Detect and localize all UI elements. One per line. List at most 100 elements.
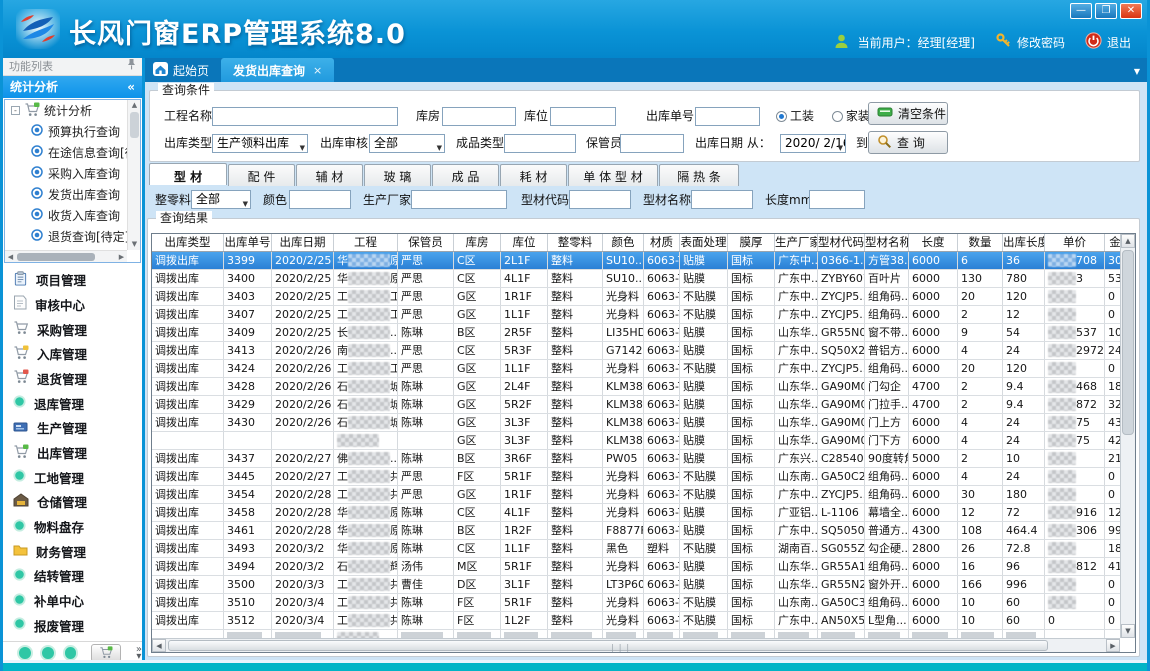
product-type-input[interactable] <box>504 134 576 153</box>
column-header-17[interactable]: 数量 <box>958 234 1003 251</box>
table-row[interactable]: 调拨出库35102020/3/4工共工程陈琳F区5R1F整料光身料6063-T5… <box>152 594 1126 612</box>
material-tab-3[interactable]: 辅 材 <box>296 164 363 186</box>
column-header-11[interactable]: 表面处理 <box>680 234 728 251</box>
column-header-8[interactable]: 整零料 <box>548 234 603 251</box>
table-row[interactable]: 调拨出库34292020/2/26石城陈琳G区5R2F整料KLM38176063… <box>152 396 1126 414</box>
tree-item-3[interactable]: 采购入库查询 <box>5 163 127 184</box>
sidebar-item-5[interactable]: 退货管理 <box>3 367 142 389</box>
column-header-10[interactable]: 材质 <box>644 234 680 251</box>
material-tab-1[interactable]: 型 材 <box>149 163 227 185</box>
material-tab-8[interactable]: 隔 热 条 <box>659 164 739 186</box>
profile-code-input[interactable] <box>569 190 631 209</box>
out-type-select[interactable]: 生产领料出库 <box>212 134 308 153</box>
table-row[interactable]: 调拨出库35122020/3/4工共工程陈琳F区1L2F整料光身料6063-T5… <box>152 612 1126 630</box>
material-tab-4[interactable]: 玻 璃 <box>364 164 431 186</box>
maker-input[interactable] <box>411 190 507 209</box>
sidebar-item-4[interactable]: 入库管理 <box>3 343 142 365</box>
logout-button[interactable]: 退出 <box>1085 32 1131 52</box>
tree-item-1[interactable]: 预算执行查询 <box>5 121 127 142</box>
table-row[interactable]: 调拨出库34132020/2/26南...严思C区5R3F整料G71422606… <box>152 342 1126 360</box>
table-row[interactable]: 调拨出库35002020/3/3工共工程曹佳D区3L1F整料LT3P606063… <box>152 576 1126 594</box>
tab-shipping-outbound-query[interactable]: 发货出库查询 × <box>221 58 334 82</box>
keeper-input[interactable] <box>620 134 684 153</box>
project-name-input[interactable] <box>212 107 398 126</box>
order-no-input[interactable] <box>695 107 760 126</box>
table-row[interactable]: 调拨出库34372020/2/27佛...陈琳B区3R6F整料PW056063-… <box>152 450 1126 468</box>
sidebar-item-7[interactable]: 生产管理 <box>3 417 142 439</box>
table-row[interactable]: 调拨出库34092020/2/25长...陈琳B区2R5F整料LI35HD606… <box>152 324 1126 342</box>
tree-item-2[interactable]: 在途信息查询[待 <box>5 142 127 163</box>
table-vertical-scrollbar[interactable]: ▲ ▼ <box>1120 234 1135 638</box>
table-row[interactable]: 调拨出库34282020/2/26石城陈琳G区2L4F整料KLM38176063… <box>152 378 1126 396</box>
table-row[interactable]: 调拨出库34942020/3/2石辉城汤伟M区5R1F整料光身料6063-T5贴… <box>152 558 1126 576</box>
tab-list-chevron-icon[interactable]: ▼ <box>1134 67 1140 76</box>
table-row[interactable]: 调拨出库34452020/2/27工共工程严思F区5R1F整料光身料6063-T… <box>152 468 1126 486</box>
profile-name-input[interactable] <box>691 190 753 209</box>
more-button[interactable]: »▾ <box>136 646 142 660</box>
table-row[interactable]: 调拨出库34582020/2/28华原...陈琳C区4L1F整料光身料6063-… <box>152 504 1126 522</box>
table-row[interactable]: 调拨出库34242020/2/26工工程严思G区1L1F整料光身料6063-T5… <box>152 360 1126 378</box>
column-header-12[interactable]: 膜厚 <box>728 234 775 251</box>
tree-item-4[interactable]: 发货出库查询 <box>5 184 127 205</box>
sidebar-item-13[interactable]: 结转管理 <box>3 565 142 587</box>
column-header-15[interactable]: 型材名称 <box>865 234 909 251</box>
minimize-button[interactable]: — <box>1070 3 1092 19</box>
pin-icon[interactable] <box>127 58 136 76</box>
table-row[interactable] <box>152 630 1126 638</box>
table-row[interactable]: 调拨出库34932020/3/2华原...陈琳C区1L1F整料黑色塑料不贴膜国标… <box>152 540 1126 558</box>
tree-item-6[interactable]: 退货查询[待定] <box>5 226 127 247</box>
tree-root-node[interactable]: - 统计分析 <box>5 100 127 121</box>
sidebar-item-3[interactable]: 采购管理 <box>3 318 142 340</box>
sidebar-item-10[interactable]: 仓储管理 <box>3 491 142 513</box>
whole-part-select[interactable]: 全部 <box>191 190 251 209</box>
cart-button[interactable] <box>91 644 121 662</box>
tab-close-icon[interactable]: × <box>313 64 322 77</box>
table-row[interactable]: 调拨出库34072020/2/25工工程严思G区1L1F整料光身料6063-T5… <box>152 306 1126 324</box>
collapse-icon[interactable]: « <box>127 76 135 98</box>
audit-select[interactable]: 全部 <box>369 134 445 153</box>
circle-icon[interactable] <box>19 647 31 659</box>
table-row[interactable]: 调拨出库34612020/2/28华原...陈琳B区1R2F整料F8877FT6… <box>152 522 1126 540</box>
sidebar-item-6[interactable]: 退库管理 <box>3 392 142 414</box>
table-row[interactable]: 调拨出库34542020/2/28工共工程严思G区1R1F整料光身料6063-T… <box>152 486 1126 504</box>
column-header-3[interactable]: 出库日期 <box>272 234 334 251</box>
table-horizontal-scrollbar[interactable]: ◀ ❘❘❘ ▶ <box>152 638 1120 652</box>
sidebar-item-2[interactable]: 审核中心 <box>3 293 142 315</box>
table-row[interactable]: 调拨出库34002020/2/25华原...严思C区4L1F整料SU10...6… <box>152 270 1126 288</box>
sidebar-section-header[interactable]: 统计分析 « <box>3 76 142 98</box>
sidebar-item-8[interactable]: 出库管理 <box>3 442 142 464</box>
table-row[interactable]: G区3L3F整料KLM38176063-T5贴膜国标山东华...GA90M09.… <box>152 432 1126 450</box>
radio-gongzhuang[interactable] <box>776 111 787 122</box>
sidebar-item-9[interactable]: 工地管理 <box>3 466 142 488</box>
maximize-button[interactable]: ❐ <box>1095 3 1117 19</box>
column-header-5[interactable]: 保管员 <box>398 234 454 251</box>
column-header-16[interactable]: 长度 <box>909 234 958 251</box>
column-header-19[interactable]: 单价 <box>1045 234 1105 251</box>
date-from-select[interactable]: 2020/ 2/16 <box>780 134 846 153</box>
circle-icon[interactable] <box>65 647 77 659</box>
tree-horizontal-scrollbar[interactable]: ◀ ▶ <box>5 250 127 262</box>
tree-expander-icon[interactable]: - <box>11 106 20 115</box>
table-row[interactable]: 调拨出库34032020/2/25工工程严思G区1R1F整料光身料6063-T5… <box>152 288 1126 306</box>
circle-icon[interactable] <box>42 647 54 659</box>
change-password-button[interactable]: 修改密码 <box>995 32 1065 52</box>
column-header-6[interactable]: 库房 <box>454 234 501 251</box>
column-header-9[interactable]: 颜色 <box>603 234 644 251</box>
sidebar-item-14[interactable]: 补单中心 <box>3 590 142 612</box>
search-button[interactable]: 查 询 <box>868 131 948 154</box>
column-header-14[interactable]: 型材代码 <box>818 234 865 251</box>
tree-item-5[interactable]: 收货入库查询 <box>5 205 127 226</box>
warehouse-input[interactable] <box>442 107 516 126</box>
sidebar-item-12[interactable]: 财务管理 <box>3 540 142 562</box>
sidebar-item-11[interactable]: 物料盘存 <box>3 516 142 538</box>
column-header-2[interactable]: 出库单号 <box>224 234 272 251</box>
length-input[interactable] <box>809 190 865 209</box>
clear-conditions-button[interactable]: 清空条件 <box>868 102 948 125</box>
material-tab-6[interactable]: 耗 材 <box>500 164 567 186</box>
column-header-13[interactable]: 生产厂家 <box>775 234 818 251</box>
tab-home[interactable]: 起始页 <box>145 58 221 82</box>
location-input[interactable] <box>550 107 616 126</box>
material-tab-5[interactable]: 成 品 <box>432 164 499 186</box>
table-row[interactable]: 调拨出库34302020/2/26石城陈琳G区3L3F整料KLM38176063… <box>152 414 1126 432</box>
close-button[interactable]: ✕ <box>1120 3 1142 19</box>
